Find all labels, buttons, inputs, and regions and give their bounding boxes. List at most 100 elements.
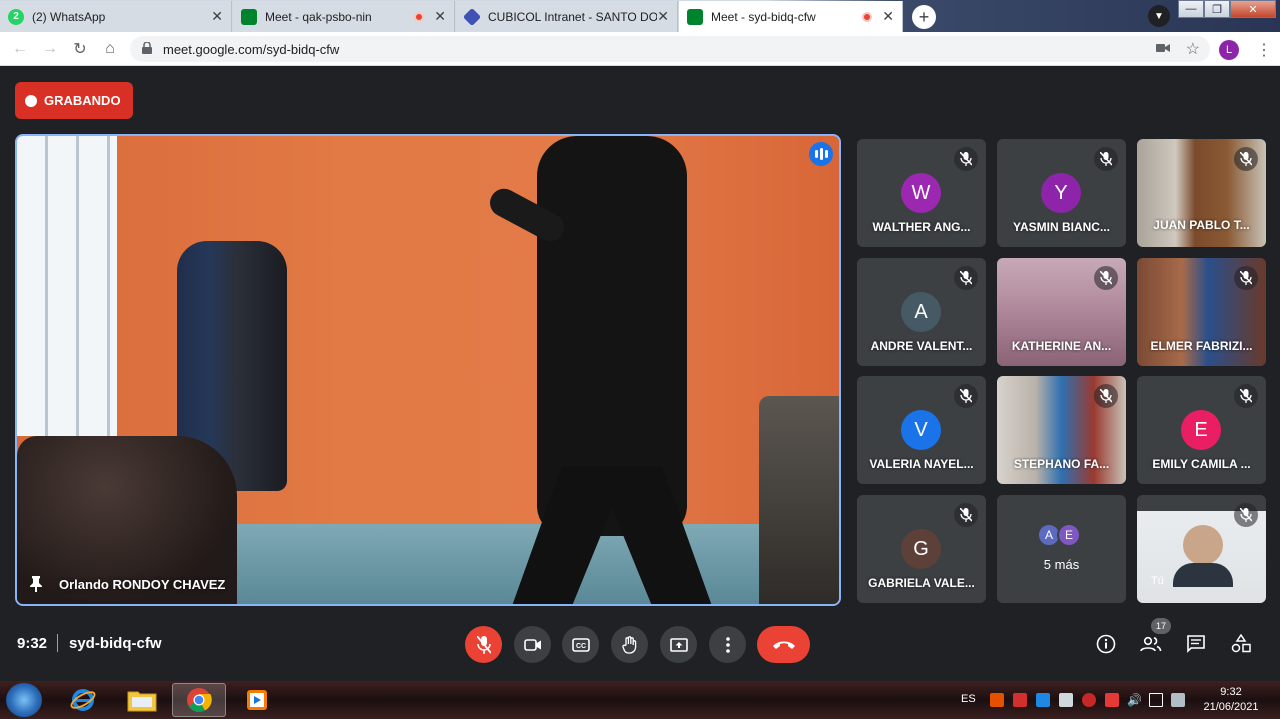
taskbar-media-player[interactable] bbox=[230, 683, 284, 717]
tab-whatsapp[interactable]: 2 (2) WhatsApp ✕ bbox=[0, 1, 232, 32]
chat-icon bbox=[1187, 635, 1205, 653]
participant-tile[interactable]: Y YASMIN BIANC... bbox=[997, 139, 1126, 247]
main-speaker-tile[interactable]: Orlando RONDOY CHAVEZ bbox=[15, 134, 841, 606]
tab-meet-qak-psbo-nin[interactable]: Meet - qak-psbo-nin ✕ bbox=[233, 1, 455, 32]
tab-title: Meet - syd-bidq-cfw bbox=[711, 9, 816, 24]
participant-name: GABRIELA VALE... bbox=[868, 576, 975, 590]
raise-hand-button[interactable] bbox=[611, 626, 648, 663]
people-icon bbox=[1140, 636, 1162, 652]
device-tray-icon[interactable] bbox=[1059, 693, 1073, 707]
cubicol-icon bbox=[462, 7, 482, 26]
mic-off-icon bbox=[1094, 266, 1118, 290]
browser-menu-icon[interactable]: ⋮ bbox=[1256, 40, 1272, 60]
more-options-button[interactable] bbox=[709, 626, 746, 663]
camera-in-use-icon[interactable] bbox=[1156, 43, 1170, 53]
tab-cubicol-intranet[interactable]: CUBICOL Intranet - SANTO DOMI ✕ bbox=[456, 1, 678, 32]
leave-call-button[interactable] bbox=[757, 626, 810, 663]
captions-button[interactable]: CC bbox=[562, 626, 599, 663]
reload-button[interactable]: ↻ bbox=[71, 40, 89, 58]
forward-button[interactable]: → bbox=[41, 40, 59, 58]
close-tab-icon[interactable]: ✕ bbox=[211, 8, 223, 25]
mic-off-icon bbox=[1094, 147, 1118, 171]
taskbar-chrome[interactable] bbox=[172, 683, 226, 717]
participant-tile[interactable]: E EMILY CAMILA ... bbox=[1137, 376, 1266, 484]
taskbar-file-explorer[interactable] bbox=[115, 683, 169, 717]
whatsapp-icon: 2 bbox=[8, 8, 24, 25]
pin-icon[interactable] bbox=[29, 576, 43, 592]
mic-off-icon bbox=[1234, 147, 1258, 171]
language-indicator[interactable]: ES bbox=[961, 693, 976, 705]
video-chair bbox=[759, 396, 839, 604]
self-view-tile[interactable]: Tú bbox=[1137, 495, 1266, 603]
windows-start-button[interactable] bbox=[6, 683, 42, 717]
svg-text:CC: CC bbox=[575, 643, 585, 650]
volume-tray-icon[interactable]: 🔊 bbox=[1127, 693, 1142, 707]
participant-name: EMILY CAMILA ... bbox=[1152, 457, 1251, 471]
hand-icon bbox=[621, 635, 636, 654]
close-tab-icon[interactable]: ✕ bbox=[657, 8, 669, 25]
back-button[interactable]: ← bbox=[11, 40, 29, 58]
self-label: Tú bbox=[1151, 575, 1164, 587]
video-window bbox=[17, 136, 117, 436]
participant-name: JUAN PABLO T... bbox=[1153, 218, 1250, 232]
profile-avatar[interactable]: L bbox=[1219, 40, 1239, 60]
participant-name: YASMIN BIANC... bbox=[1013, 220, 1110, 234]
more-avatars: A E bbox=[1037, 523, 1081, 547]
participant-tile[interactable]: V VALERIA NAYEL... bbox=[857, 376, 986, 484]
action-center-tray-icon[interactable] bbox=[1171, 693, 1185, 707]
folder-icon bbox=[127, 691, 157, 712]
avatar: A bbox=[901, 292, 941, 332]
new-tab-button[interactable]: + bbox=[912, 5, 936, 29]
tab-meet-syd-bidq-cfw[interactable]: Meet - syd-bidq-cfw ✕ bbox=[679, 1, 903, 32]
close-tab-icon[interactable]: ✕ bbox=[434, 8, 446, 25]
participants-button[interactable] bbox=[1139, 632, 1163, 656]
recording-badge: GRABANDO bbox=[15, 82, 133, 119]
acrobat-tray-icon[interactable] bbox=[1082, 693, 1096, 707]
participant-name: WALTHER ANG... bbox=[872, 220, 971, 234]
participant-tile[interactable]: ELMER FABRIZI... bbox=[1137, 258, 1266, 366]
avatar: E bbox=[1181, 410, 1221, 450]
participant-tile[interactable]: W WALTHER ANG... bbox=[857, 139, 986, 247]
mic-off-icon bbox=[954, 266, 978, 290]
more-vert-icon bbox=[725, 636, 730, 653]
home-button[interactable]: ⌂ bbox=[101, 40, 119, 58]
bookmark-star-icon[interactable]: ☆ bbox=[1186, 39, 1200, 59]
meeting-details-button[interactable] bbox=[1094, 632, 1118, 656]
participant-tile[interactable]: G GABRIELA VALE... bbox=[857, 495, 986, 603]
close-tab-icon[interactable]: ✕ bbox=[882, 8, 894, 25]
participant-tile[interactable]: JUAN PABLO T... bbox=[1137, 139, 1266, 247]
tab-title: Meet - qak-psbo-nin bbox=[265, 9, 372, 24]
antivirus-tray-icon[interactable] bbox=[1105, 693, 1119, 707]
tab-title: (2) WhatsApp bbox=[32, 9, 106, 24]
network-tray-icon[interactable] bbox=[1036, 693, 1050, 707]
browser-toolbar: ← → ↻ ⌂ meet.google.com/syd-bidq-cfw ☆ L… bbox=[0, 32, 1280, 66]
google-meet-icon bbox=[687, 8, 703, 25]
participant-tile[interactable]: KATHERINE AN... bbox=[997, 258, 1126, 366]
present-screen-button[interactable] bbox=[660, 626, 697, 663]
participant-tile[interactable]: STEPHANO FA... bbox=[997, 376, 1126, 484]
participant-name: STEPHANO FA... bbox=[1013, 457, 1110, 471]
more-participants-tile[interactable]: A E 5 más bbox=[997, 495, 1126, 603]
tray-app-icon[interactable] bbox=[990, 693, 1004, 707]
chat-button[interactable] bbox=[1184, 632, 1208, 656]
tab-search-icon[interactable]: ▼ bbox=[1148, 5, 1170, 27]
window-controls: — ❐ ✕ bbox=[1178, 0, 1276, 18]
display-tray-icon[interactable] bbox=[1149, 693, 1163, 707]
meeting-code: syd-bidq-cfw bbox=[69, 635, 162, 652]
participant-tile[interactable]: A ANDRE VALENT... bbox=[857, 258, 986, 366]
system-clock[interactable]: 9:32 21/06/2021 bbox=[1198, 685, 1264, 715]
activities-button[interactable] bbox=[1229, 632, 1253, 656]
camera-toggle-button[interactable] bbox=[514, 626, 551, 663]
taskbar-internet-explorer[interactable] bbox=[56, 683, 110, 717]
close-window-button[interactable]: ✕ bbox=[1230, 0, 1276, 18]
maximize-button[interactable]: ❐ bbox=[1204, 0, 1230, 18]
mic-off-icon bbox=[954, 503, 978, 527]
closed-captions-icon: CC bbox=[571, 637, 590, 652]
mic-toggle-button[interactable] bbox=[465, 626, 502, 663]
speaker-name-label: Orlando RONDOY CHAVEZ bbox=[59, 576, 226, 592]
lock-icon bbox=[142, 42, 152, 54]
recording-dot-icon bbox=[414, 11, 425, 22]
minimize-button[interactable]: — bbox=[1178, 0, 1204, 18]
address-bar[interactable]: meet.google.com/syd-bidq-cfw ☆ bbox=[130, 36, 1210, 62]
pdf-tray-icon[interactable] bbox=[1013, 693, 1027, 707]
